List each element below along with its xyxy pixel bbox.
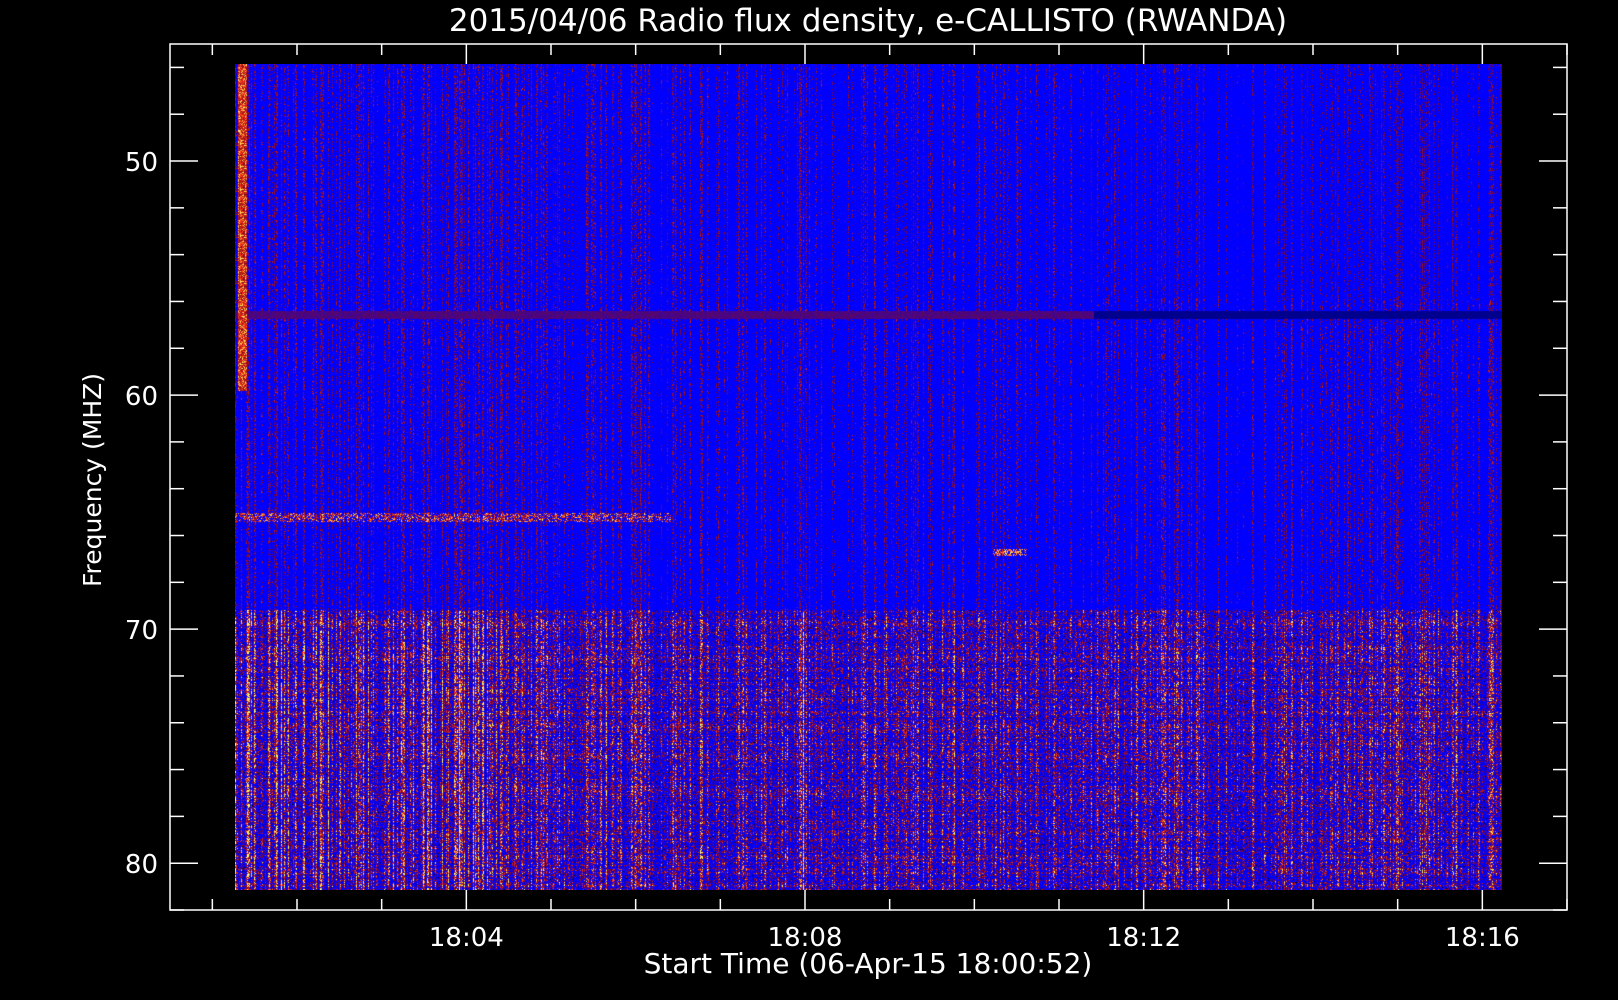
y-tick-label: 50: [125, 148, 158, 178]
x-tick-label: 18:16: [1445, 923, 1520, 953]
spectrogram-heatmap: [235, 64, 1502, 890]
chart-title: 2015/04/06 Radio flux density, e-CALLIST…: [449, 3, 1287, 39]
x-tick-label: 18:04: [429, 923, 504, 953]
y-tick-label: 60: [125, 382, 158, 412]
y-axis-label: Frequency (MHZ): [78, 373, 107, 587]
y-tick-label: 70: [125, 616, 158, 646]
x-tick-label: 18:12: [1106, 923, 1181, 953]
y-tick-label: 80: [125, 850, 158, 880]
x-axis-label: Start Time (06-Apr-15 18:00:52): [644, 947, 1093, 980]
y-axis-tick-labels: 50 60 70 80: [125, 148, 158, 880]
